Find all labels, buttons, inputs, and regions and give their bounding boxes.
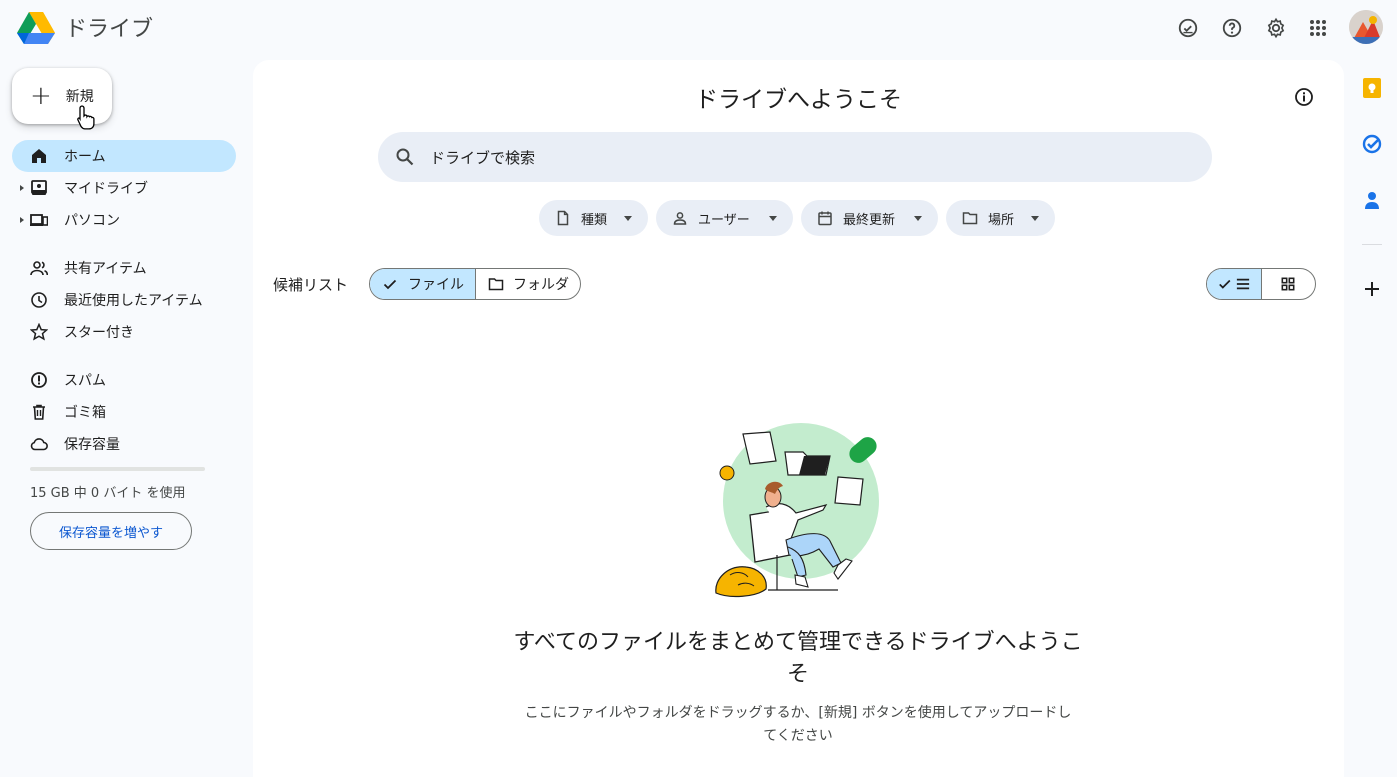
top-bar: ドライブ [0,0,1397,56]
help-icon[interactable] [1218,14,1246,42]
sidebar-item-recent[interactable]: 最近使用したアイテム [12,284,236,316]
sidebar-item-computers[interactable]: パソコン [12,204,236,236]
offline-status-icon[interactable] [1174,14,1202,42]
filter-label: 場所 [988,212,1015,228]
expand-caret-icon[interactable] [20,185,24,191]
sidebar-item-label: スター付き [64,325,134,341]
star-icon [30,323,48,341]
storage-usage-text: 15 GB 中 0 バイト を使用 [30,486,186,501]
new-button-label: 新規 [65,89,94,105]
rail-divider [1362,244,1382,245]
empty-state-title: すべてのファイルをまとめて管理できるドライブへようこそ [513,630,1083,687]
sidebar-item-home[interactable]: ホーム [12,140,236,172]
account-avatar[interactable] [1349,10,1383,44]
files-folders-toggle: ファイル フォルダ [369,268,581,300]
dropdown-arrow-icon [914,216,922,221]
person-icon [673,212,687,225]
folder-icon [962,212,978,225]
folder-icon [488,278,504,291]
trash-icon [33,404,45,420]
sidebar-item-label: ゴミ箱 [64,405,106,421]
recent-icon [31,292,47,308]
sidebar-item-label: パソコン [64,213,120,229]
get-more-storage-button[interactable]: 保存容量を増やす [30,512,192,550]
dropdown-arrow-icon [769,216,777,221]
grid-view-icon [1282,277,1295,291]
hand-pointer-cursor-icon [77,105,95,130]
empty-state-description: ここにファイルやフォルダをドラッグするか、[新規] ボタンを使用してアップロード… [524,705,1072,744]
contacts-icon[interactable] [1360,188,1384,212]
grid-view-button[interactable] [1260,269,1315,299]
view-toggle [1206,268,1316,300]
filter-modified-chip[interactable]: 最終更新 [801,200,938,236]
main-panel: ドライブへようこそ ドライブで検索 種類 ユーザー 最終更新 場所 候補リスト … [253,60,1344,777]
list-view-button[interactable] [1207,269,1261,299]
filter-location-chip[interactable]: 場所 [946,200,1055,236]
sidebar-item-trash[interactable]: ゴミ箱 [12,396,236,428]
filter-label: ユーザー [698,212,750,228]
sidebar-item-label: 保存容量 [64,437,120,453]
spam-icon [31,372,47,388]
list-view-icon [1236,278,1250,290]
add-addon-plus-icon[interactable] [1360,277,1384,301]
folders-toggle-button[interactable]: フォルダ [475,269,580,299]
filter-type-chip[interactable]: 種類 [539,200,648,236]
keep-icon[interactable] [1360,76,1384,100]
apps-grid-icon[interactable] [1304,14,1332,42]
storage-progress-bar [30,467,205,471]
sidebar-item-label: 最近使用したアイテム [64,293,203,309]
settings-gear-icon[interactable] [1262,14,1290,42]
sidebar-nav: ホーム マイドライブ パソコン 共有アイテム 最近使用したアイテム スター付き … [12,140,236,460]
filter-label: 種類 [581,212,608,228]
check-icon [1219,279,1231,289]
my-drive-icon [31,180,47,195]
tasks-icon[interactable] [1360,132,1384,156]
expand-caret-icon[interactable] [20,217,24,223]
info-icon[interactable] [1293,86,1315,108]
drive-logo-icon[interactable] [16,10,56,46]
files-toggle-label: ファイル [408,277,464,293]
file-icon [557,210,569,226]
sidebar-item-label: 共有アイテム [64,261,147,277]
suggested-label: 候補リスト [273,276,349,294]
check-icon [383,279,397,290]
new-button[interactable]: + 新規 [12,68,112,124]
filter-people-chip[interactable]: ユーザー [656,200,793,236]
filter-label: 最終更新 [843,212,896,228]
dropdown-arrow-icon [624,216,632,221]
page-title: ドライブへようこそ [695,87,902,113]
app-title[interactable]: ドライブ [65,11,153,43]
sidebar-item-label: スパム [64,373,106,389]
sidebar-item-storage[interactable]: 保存容量 [12,428,236,460]
sidebar-item-starred[interactable]: スター付き [12,316,236,348]
cloud-icon [30,438,48,451]
search-bar[interactable]: ドライブで検索 [378,132,1212,182]
sidebar-item-spam[interactable]: スパム [12,364,236,396]
sidebar-item-label: ホーム [64,149,106,165]
folders-toggle-label: フォルダ [513,277,569,293]
calendar-icon [818,211,832,226]
computers-icon [30,214,48,226]
sidebar-item-label: マイドライブ [64,181,148,197]
shared-icon [30,261,48,276]
dropdown-arrow-icon [1031,216,1039,221]
search-icon[interactable] [395,147,415,167]
files-toggle-button[interactable]: ファイル [370,269,475,299]
empty-state-illustration [715,423,879,598]
sidebar-item-shared[interactable]: 共有アイテム [12,252,236,284]
plus-icon: + [30,81,52,111]
sidebar-item-my-drive[interactable]: マイドライブ [12,172,236,204]
search-input[interactable]: ドライブで検索 [430,147,535,168]
home-icon [32,149,46,163]
